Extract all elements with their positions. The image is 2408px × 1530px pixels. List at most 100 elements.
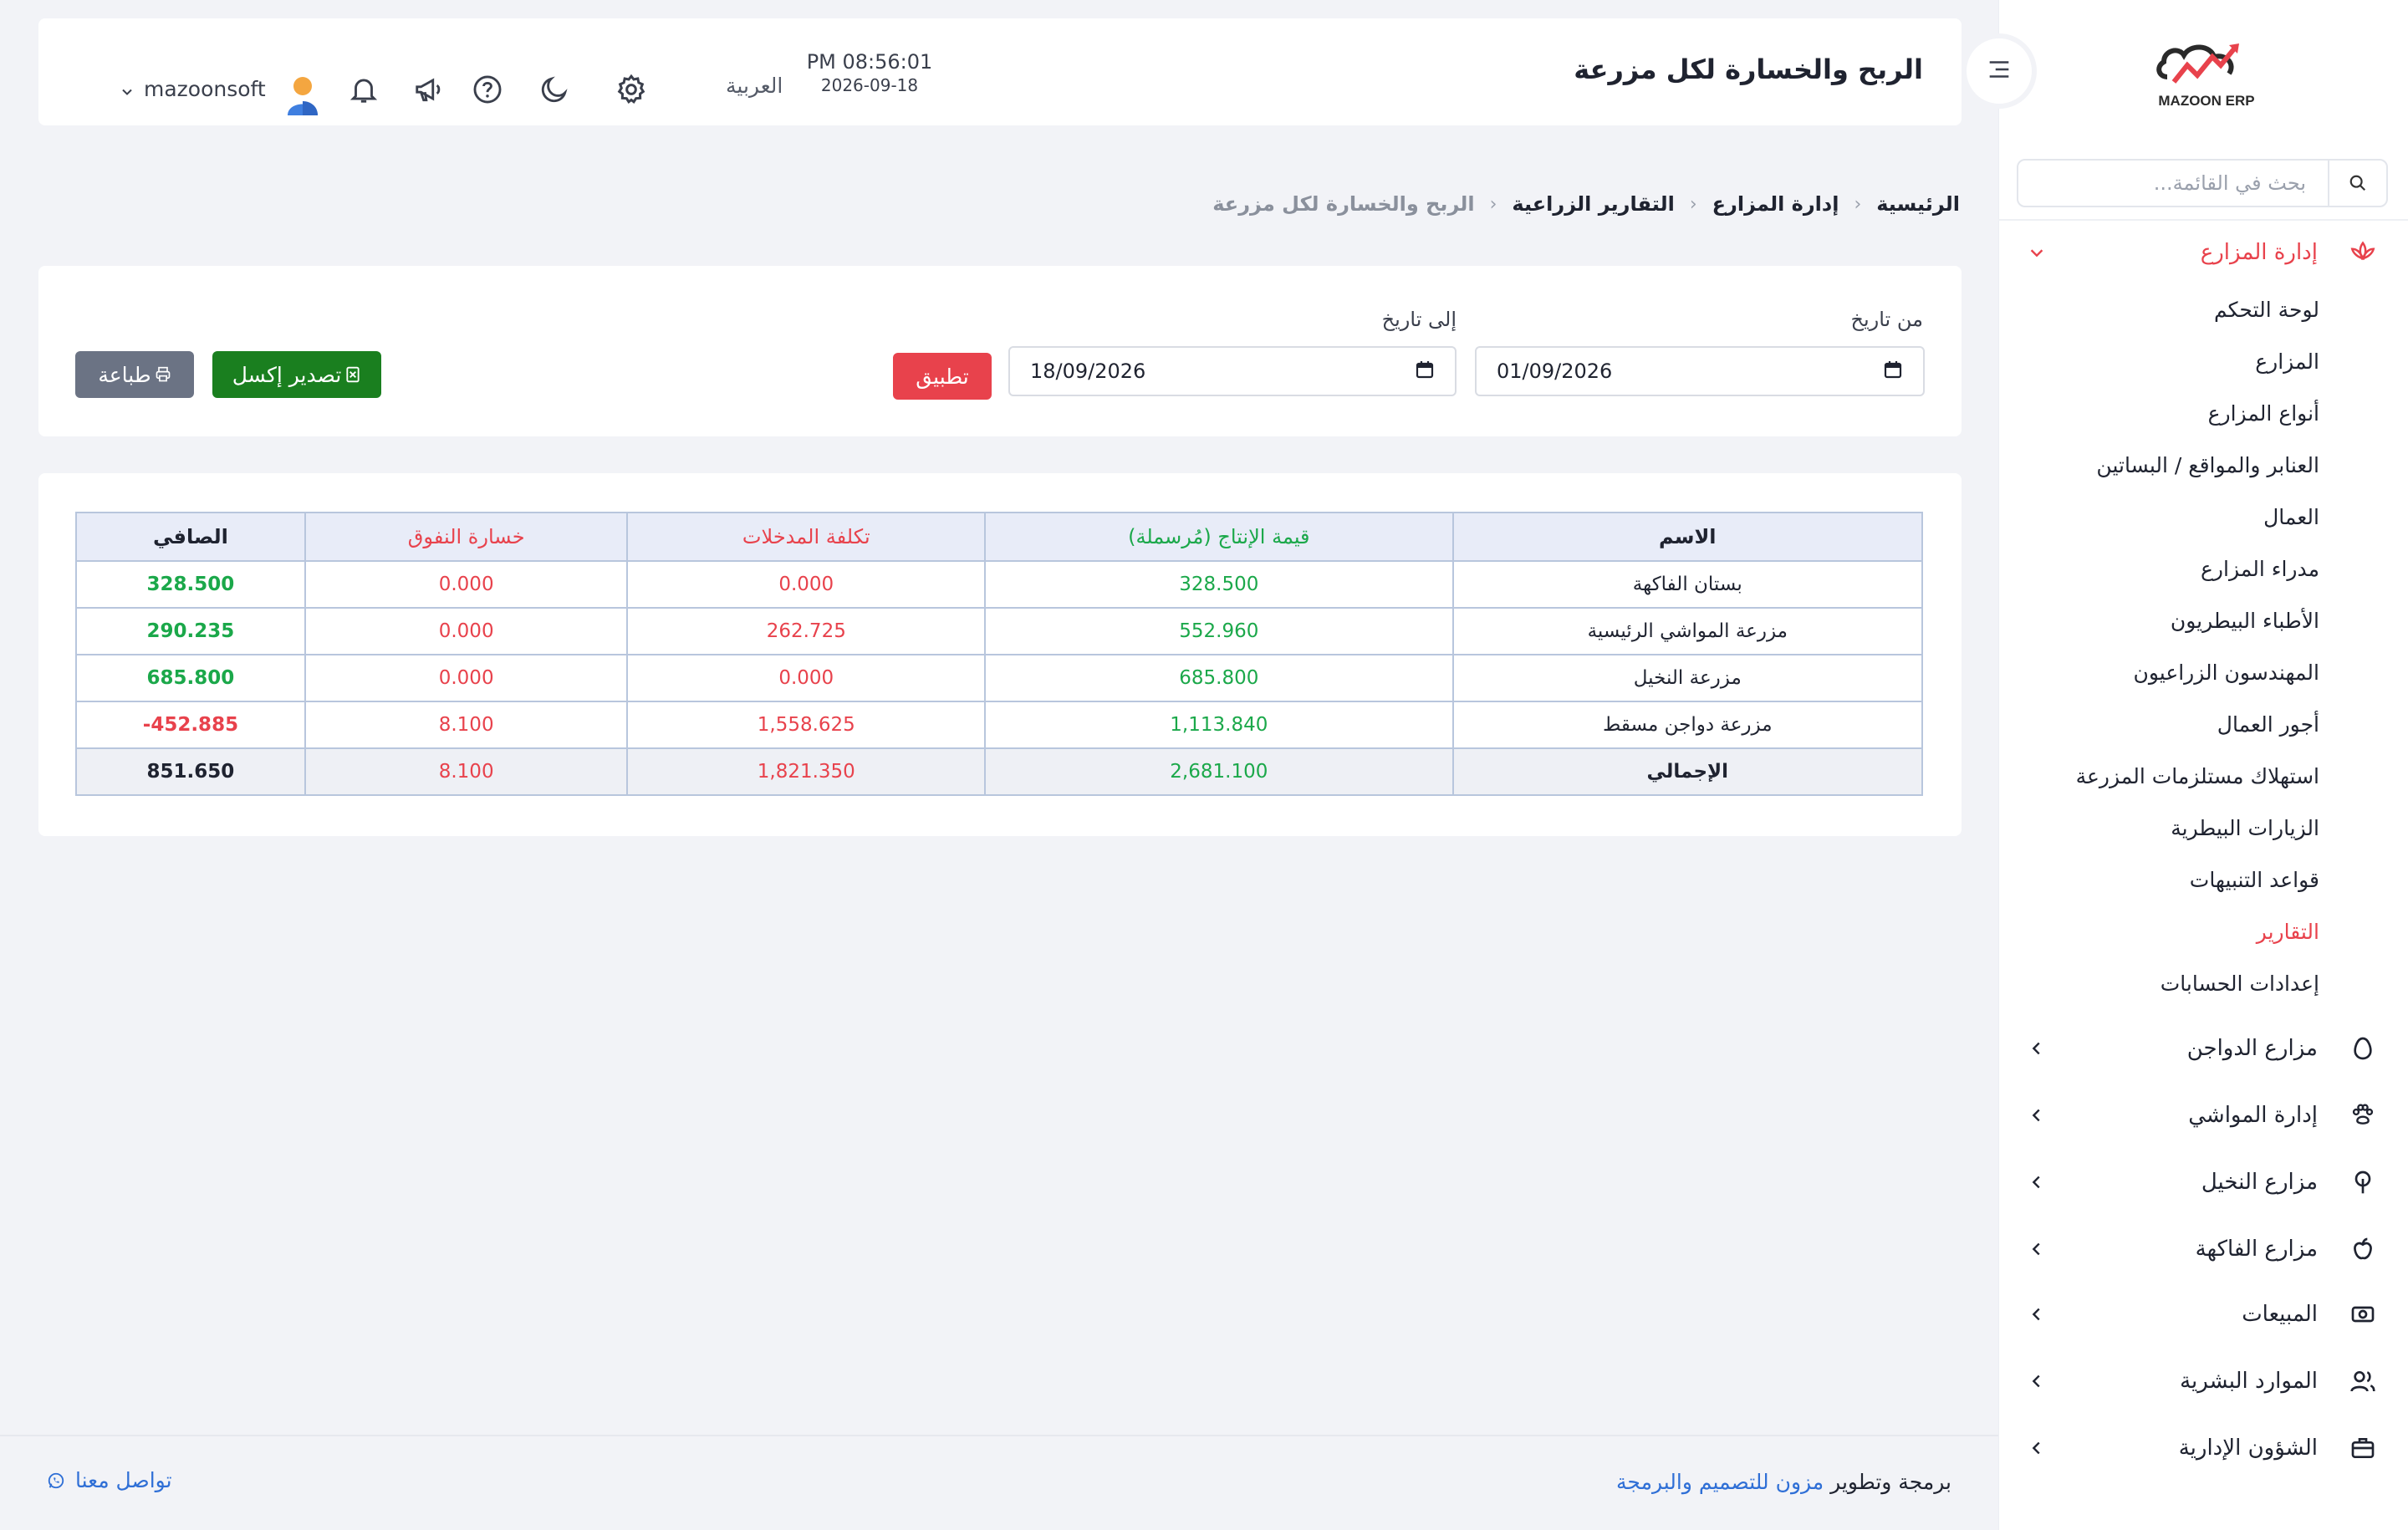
submenu-worker-wages[interactable]: أجور العمال	[2217, 712, 2319, 749]
sidebar-divider	[1998, 219, 2408, 221]
breadcrumb-home[interactable]: الرئيسية	[1876, 192, 1960, 216]
submenu-supplies-consumption[interactable]: استهلاك مستلزمات المزرعة	[2076, 764, 2319, 801]
menu-label: مزارع النخيل	[2201, 1170, 2318, 1195]
calendar-icon[interactable]	[1883, 360, 1903, 383]
username[interactable]: mazoonsoft	[144, 77, 266, 101]
apple-icon	[2346, 1232, 2380, 1266]
menu-livestock[interactable]: إدارة المواشي	[2020, 1090, 2380, 1140]
help-icon[interactable]	[468, 70, 507, 109]
briefcase-icon	[2346, 1431, 2380, 1465]
cell-net: 290.235	[75, 607, 306, 655]
table-total-row: الإجمالي 2,681.100 1,821.350 8.100 851.6…	[75, 747, 1924, 796]
footer-divider	[0, 1435, 1998, 1436]
contact-link[interactable]: تواصل معنا	[47, 1468, 172, 1492]
svg-text:MAZOON ERP: MAZOON ERP	[2158, 93, 2254, 109]
cell-net: 685.800	[75, 654, 306, 702]
mazoon-logo[interactable]: MAZOON ERP	[2144, 35, 2269, 112]
cell-production: 328.500	[984, 560, 1454, 609]
submenu-dashboard[interactable]: لوحة التحكم	[2214, 298, 2319, 334]
submenu-wards-sites[interactable]: العنابر والمواقع / البساتين	[2096, 453, 2319, 490]
menu-farm-management[interactable]: إدارة المزارع	[2020, 227, 2380, 278]
chevron-down-icon[interactable]	[119, 84, 135, 100]
breadcrumb-agri-reports[interactable]: التقارير الزراعية	[1512, 192, 1674, 216]
top-header: الربح والخسارة لكل مزرعة PM 08:56:01 202…	[38, 18, 1962, 125]
print-button[interactable]: طباعة	[75, 351, 194, 398]
users-icon	[2346, 1364, 2380, 1398]
submenu-farm-types[interactable]: أنواع المزارع	[2208, 401, 2319, 438]
menu-palm-farms[interactable]: مزارع النخيل	[2020, 1157, 2380, 1207]
from-date-input[interactable]: 01/09/2026	[1475, 346, 1925, 396]
sidebar-search-input[interactable]	[2018, 161, 2328, 206]
submenu-farm-managers[interactable]: مدراء المزارع	[2201, 557, 2319, 594]
col-header-input-cost: تكلفة المدخلات	[626, 512, 987, 562]
clock-date: 2026-09-18	[820, 75, 919, 95]
submenu-account-settings[interactable]: إعدادات الحسابات	[2161, 972, 2319, 1008]
to-date-input[interactable]: 18/09/2026	[1008, 346, 1457, 396]
submenu-agri-engineers[interactable]: المهندسون الزراعيون	[2134, 660, 2320, 697]
chevron-left-icon	[2020, 1364, 2053, 1398]
chevron-left-icon	[2020, 1232, 2053, 1266]
megaphone-icon[interactable]	[410, 70, 448, 109]
sidebar-search	[2017, 159, 2388, 207]
excel-file-icon	[344, 366, 361, 383]
breadcrumb-farm-management[interactable]: إدارة المزارع	[1712, 192, 1839, 216]
search-icon[interactable]	[2328, 161, 2386, 206]
breadcrumb: الرئيسية ‹ إدارة المزارع ‹ التقارير الزر…	[1212, 192, 1960, 216]
menu-label: الشؤون الإدارية	[2178, 1436, 2318, 1461]
table-row: بستان الفاكهة 328.500 0.000 0.000 328.50…	[75, 560, 1924, 609]
apply-button[interactable]: تطبيق	[893, 353, 992, 400]
footer-credit-prefix: برمجة وتطوير	[1830, 1470, 1951, 1494]
cell-input-cost: 262.725	[626, 607, 987, 655]
chevron-left-icon: ‹	[1489, 193, 1497, 215]
submenu-workers[interactable]: العمال	[2263, 505, 2319, 542]
col-header-name: الاسم	[1451, 512, 1924, 562]
gear-icon[interactable]	[612, 70, 650, 109]
filter-card: من تاريخ إلى تاريخ 01/09/2026 18/09/2026…	[38, 266, 1962, 436]
chevron-left-icon	[2020, 1431, 2053, 1465]
chevron-left-icon	[2020, 1298, 2053, 1331]
cell-input-cost: 1,558.625	[626, 701, 987, 749]
cash-icon	[2346, 1298, 2380, 1331]
chevron-left-icon: ‹	[1854, 193, 1862, 215]
whatsapp-icon	[47, 1471, 65, 1490]
menu-label: مزارع الفاكهة	[2195, 1237, 2318, 1262]
from-date-value: 01/09/2026	[1497, 360, 1613, 383]
cell-name: مزرعة المواشي الرئيسية	[1451, 607, 1924, 655]
cell-mortality-loss: 8.100	[304, 701, 629, 749]
menu-admin-affairs[interactable]: الشؤون الإدارية	[2020, 1423, 2380, 1473]
menu-sales[interactable]: المبيعات	[2020, 1289, 2380, 1339]
cell-production: 1,113.840	[984, 701, 1454, 749]
menu-fruit-farms[interactable]: مزارع الفاكهة	[2020, 1224, 2380, 1274]
col-header-production: قيمة الإنتاج (مُرسملة)	[984, 512, 1454, 562]
chevron-left-icon	[2020, 1165, 2053, 1199]
submenu-reports[interactable]: التقارير	[2257, 920, 2319, 956]
chevron-left-icon	[2020, 1099, 2053, 1132]
menu-hr[interactable]: الموارد البشرية	[2020, 1356, 2380, 1406]
avatar[interactable]	[281, 74, 324, 117]
sidebar-toggle-button[interactable]	[1962, 33, 2037, 109]
paw-icon	[2346, 1099, 2380, 1132]
breadcrumb-current: الربح والخسارة لكل مزرعة	[1212, 192, 1475, 216]
cell-input-cost: 0.000	[626, 560, 987, 609]
total-production: 2,681.100	[984, 747, 1454, 796]
cell-name: مزرعة النخيل	[1451, 654, 1924, 702]
menu-label: إدارة المواشي	[2188, 1103, 2318, 1128]
submenu-farms[interactable]: المزارع	[2255, 349, 2319, 386]
clock-time: PM 08:56:01	[806, 50, 933, 74]
chevron-left-icon: ‹	[1689, 193, 1697, 215]
language-switcher[interactable]: العربية	[726, 74, 783, 98]
moon-icon[interactable]	[535, 70, 574, 109]
total-mortality-loss: 8.100	[304, 747, 629, 796]
export-excel-label: تصدير إكسل	[232, 362, 342, 387]
export-excel-button[interactable]: تصدير إكسل	[212, 351, 381, 398]
submenu-alert-rules[interactable]: قواعد التنبيهات	[2190, 868, 2319, 905]
footer-credit: برمجة وتطوير مزون للتصميم والبرمجة	[1616, 1470, 1951, 1494]
calendar-icon[interactable]	[1415, 360, 1435, 383]
bell-icon[interactable]	[344, 70, 383, 109]
footer-credit-link[interactable]: مزون للتصميم والبرمجة	[1616, 1470, 1824, 1494]
menu-poultry-farms[interactable]: مزارع الدواجن	[2020, 1023, 2380, 1074]
submenu-veterinarians[interactable]: الأطباء البيطريون	[2171, 609, 2319, 645]
cell-production: 552.960	[984, 607, 1454, 655]
cell-name: بستان الفاكهة	[1451, 560, 1924, 609]
submenu-vet-visits[interactable]: الزيارات البيطرية	[2171, 816, 2319, 853]
